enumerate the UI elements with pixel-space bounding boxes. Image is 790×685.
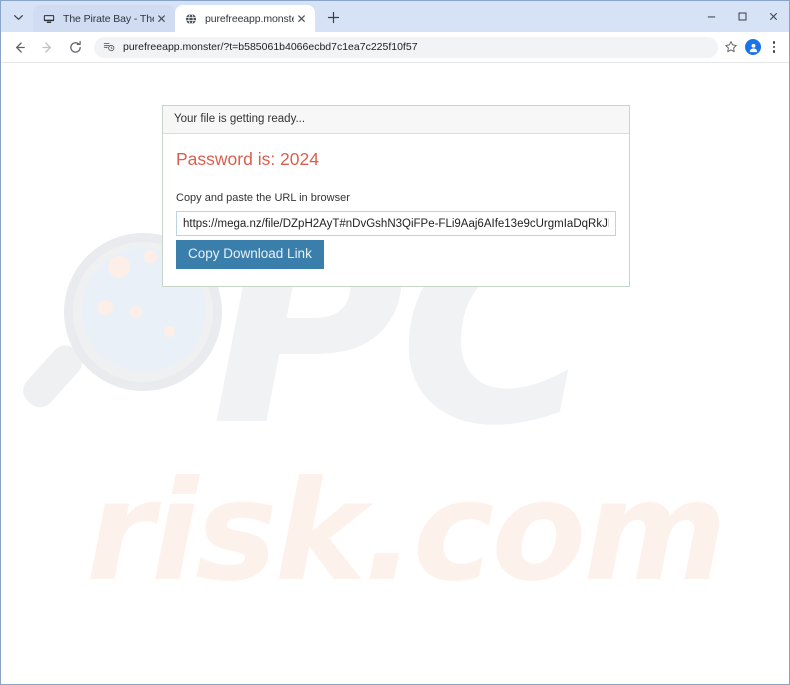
bookmark-star-icon[interactable] xyxy=(723,39,739,55)
reload-button[interactable] xyxy=(63,35,87,59)
close-button[interactable] xyxy=(758,1,789,32)
password-text: Password is: 2024 xyxy=(176,149,319,169)
menu-dot xyxy=(772,41,776,44)
copy-download-link-button[interactable]: Copy Download Link xyxy=(176,240,324,269)
card-body: Password is: 2024 Copy and paste the URL… xyxy=(163,134,629,286)
page-info-icon[interactable] xyxy=(102,40,116,54)
globe-icon xyxy=(184,12,198,26)
tab-title: purefreeapp.monster/?t=b585ɔ xyxy=(205,12,294,25)
card-status-header: Your file is getting ready... xyxy=(163,106,629,134)
close-icon[interactable]: ✕ xyxy=(154,11,169,26)
server-icon xyxy=(42,12,56,26)
browser-menu-button[interactable] xyxy=(765,37,783,57)
download-url-input[interactable] xyxy=(176,211,616,236)
watermark-dot xyxy=(130,306,142,318)
avatar[interactable] xyxy=(745,39,761,55)
menu-dot xyxy=(772,50,776,53)
browser-tab-pirate-bay[interactable]: The Pirate Bay - The galaxy's m ✕ xyxy=(33,5,175,32)
browser-tab-purefreeapp[interactable]: purefreeapp.monster/?t=b585ɔ ✕ xyxy=(175,5,315,32)
watermark-risk-text: risk.com xyxy=(86,451,727,612)
address-bar[interactable]: purefreeapp.monster/?t=b585061b4066ecbd7… xyxy=(94,36,718,58)
browser-toolbar: purefreeapp.monster/?t=b585061b4066ecbd7… xyxy=(1,32,789,63)
url-text: purefreeapp.monster/?t=b585061b4066ecbd7… xyxy=(123,41,418,53)
watermark-dot xyxy=(108,256,130,278)
url-field-label: Copy and paste the URL in browser xyxy=(176,192,350,204)
maximize-button[interactable] xyxy=(727,1,758,32)
download-card: Your file is getting ready... Password i… xyxy=(162,105,630,287)
tab-search-button[interactable] xyxy=(5,4,31,30)
new-tab-button[interactable] xyxy=(320,4,346,30)
back-button[interactable] xyxy=(7,35,31,59)
close-icon[interactable]: ✕ xyxy=(294,11,309,26)
watermark-dot xyxy=(98,300,113,315)
browser-window: The Pirate Bay - The galaxy's m ✕ purefr… xyxy=(0,0,790,685)
watermark-magnifier-handle xyxy=(17,339,89,414)
page-viewport: PC risk.com Your file is getting ready..… xyxy=(1,63,789,684)
watermark-dot xyxy=(164,326,175,337)
menu-dot xyxy=(772,45,776,49)
tab-strip: The Pirate Bay - The galaxy's m ✕ purefr… xyxy=(1,1,789,32)
forward-button xyxy=(35,35,59,59)
minimize-button[interactable] xyxy=(696,1,727,32)
watermark-dot xyxy=(144,250,157,263)
tab-title: The Pirate Bay - The galaxy's m xyxy=(63,12,154,25)
window-controls xyxy=(696,1,789,32)
